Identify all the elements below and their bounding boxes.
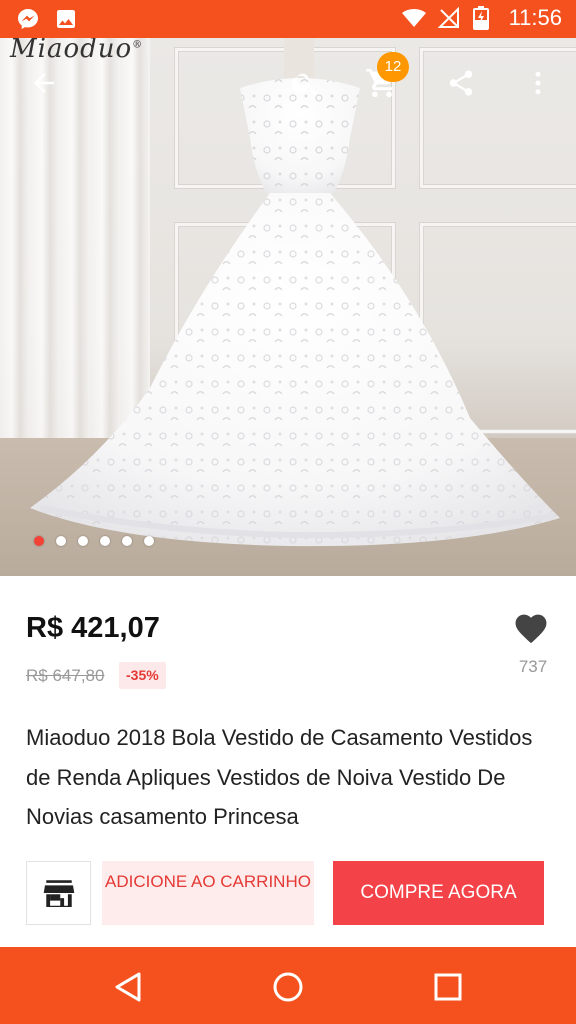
wifi-icon: [401, 6, 426, 30]
back-arrow-icon: [34, 73, 54, 93]
store-icon: [43, 880, 74, 907]
original-price: R$ 647,80: [26, 666, 105, 685]
product-price: R$ 421,07: [26, 612, 160, 644]
status-time: 11:56: [508, 5, 562, 30]
share-icon: [449, 70, 473, 96]
battery-charging-icon: [472, 6, 497, 30]
product-title: Miaoduo 2018 Bola Vestido de Casamento V…: [26, 725, 533, 829]
discount-badge: -35%: [119, 662, 166, 689]
nav-back-button[interactable]: [106, 965, 150, 1009]
wedding-dress-image: [30, 38, 560, 547]
product-image-carousel[interactable]: Miaoduo® 12: [0, 38, 576, 576]
back-triangle-icon: [115, 972, 141, 1002]
search-button[interactable]: [282, 59, 330, 107]
wishlist-button[interactable]: [512, 610, 556, 646]
carousel-dot[interactable]: [78, 536, 88, 546]
more-vert-icon: [535, 71, 541, 95]
carousel-dot[interactable]: [144, 536, 154, 546]
carousel-indicators: [34, 536, 154, 546]
recents-square-icon: [434, 973, 462, 1001]
carousel-dot[interactable]: [56, 536, 66, 546]
carousel-dot[interactable]: [122, 536, 132, 546]
messenger-icon: [16, 7, 40, 31]
image-icon: [54, 7, 78, 31]
back-button[interactable]: [20, 59, 68, 107]
home-circle-icon: [273, 972, 303, 1002]
nav-recents-button[interactable]: [426, 965, 470, 1009]
cart-count-badge: 12: [377, 52, 409, 82]
share-button[interactable]: [437, 59, 485, 107]
wishlist-count: 737: [518, 657, 548, 676]
no-signal-icon: [437, 6, 461, 30]
add-to-cart-button[interactable]: ADICIONE AO CARRINHO: [102, 861, 314, 925]
nav-home-button[interactable]: [266, 965, 310, 1009]
status-bar: 11:56: [0, 0, 576, 38]
buy-now-button[interactable]: COMPRE AGORA: [333, 861, 544, 925]
system-nav-bar: [0, 947, 576, 1024]
search-icon: [291, 73, 318, 96]
store-button[interactable]: [26, 861, 91, 925]
more-options-button[interactable]: [514, 59, 562, 107]
carousel-dot[interactable]: [100, 536, 110, 546]
heart-icon: [515, 614, 547, 644]
carousel-dot[interactable]: [34, 536, 44, 546]
